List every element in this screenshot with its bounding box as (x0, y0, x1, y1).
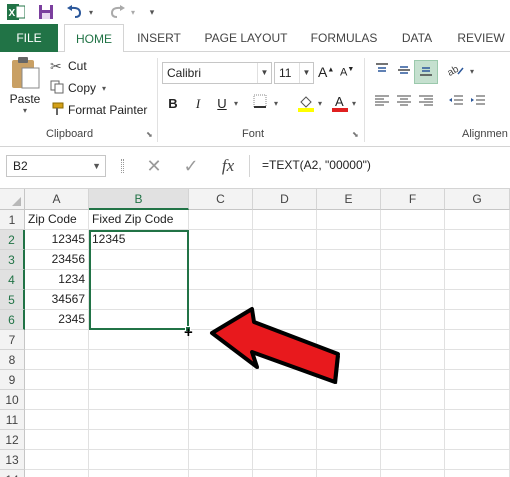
annotation-arrow (210, 307, 340, 384)
red-arrow-icon (210, 307, 340, 384)
